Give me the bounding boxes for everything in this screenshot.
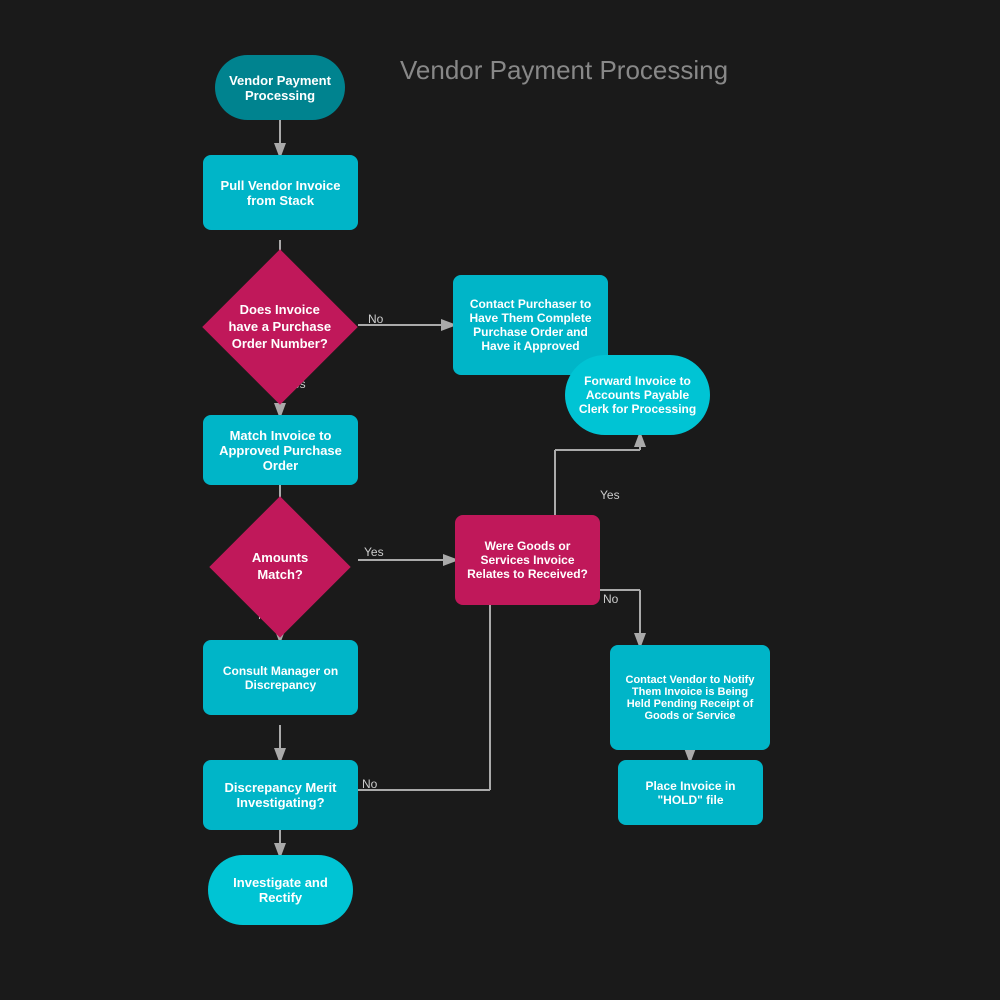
label-yes-amounts: Yes [364,545,384,559]
label-yes-goods: Yes [600,488,620,502]
were-goods-node: Were Goods or Services Invoice Relates t… [455,515,600,605]
start-node: Vendor Payment Processing [215,55,345,120]
label-no-goods: No [603,592,618,606]
has-po-diamond: Does Invoice have a Purchase Order Numbe… [200,272,360,382]
pull-invoice-node: Pull Vendor Invoice from Stack [203,155,358,230]
match-invoice-node: Match Invoice to Approved Purchase Order [203,415,358,485]
label-no-po: No [368,312,383,326]
investigate-node: Investigate and Rectify [208,855,353,925]
contact-vendor-node: Contact Vendor to Notify Them Invoice is… [610,645,770,750]
discrepancy-merit-node: Discrepancy Merit Investigating? [203,760,358,830]
label-no-discrepancy: No [362,777,377,791]
forward-invoice-node: Forward Invoice to Accounts Payable Cler… [565,355,710,435]
page-title: Vendor Payment Processing [400,55,728,86]
amounts-match-diamond: Amounts Match? [200,512,360,622]
consult-manager-node: Consult Manager on Discrepancy [203,640,358,715]
place-hold-node: Place Invoice in "HOLD" file [618,760,763,825]
flowchart-canvas: Vendor Payment Processing [0,0,1000,1000]
